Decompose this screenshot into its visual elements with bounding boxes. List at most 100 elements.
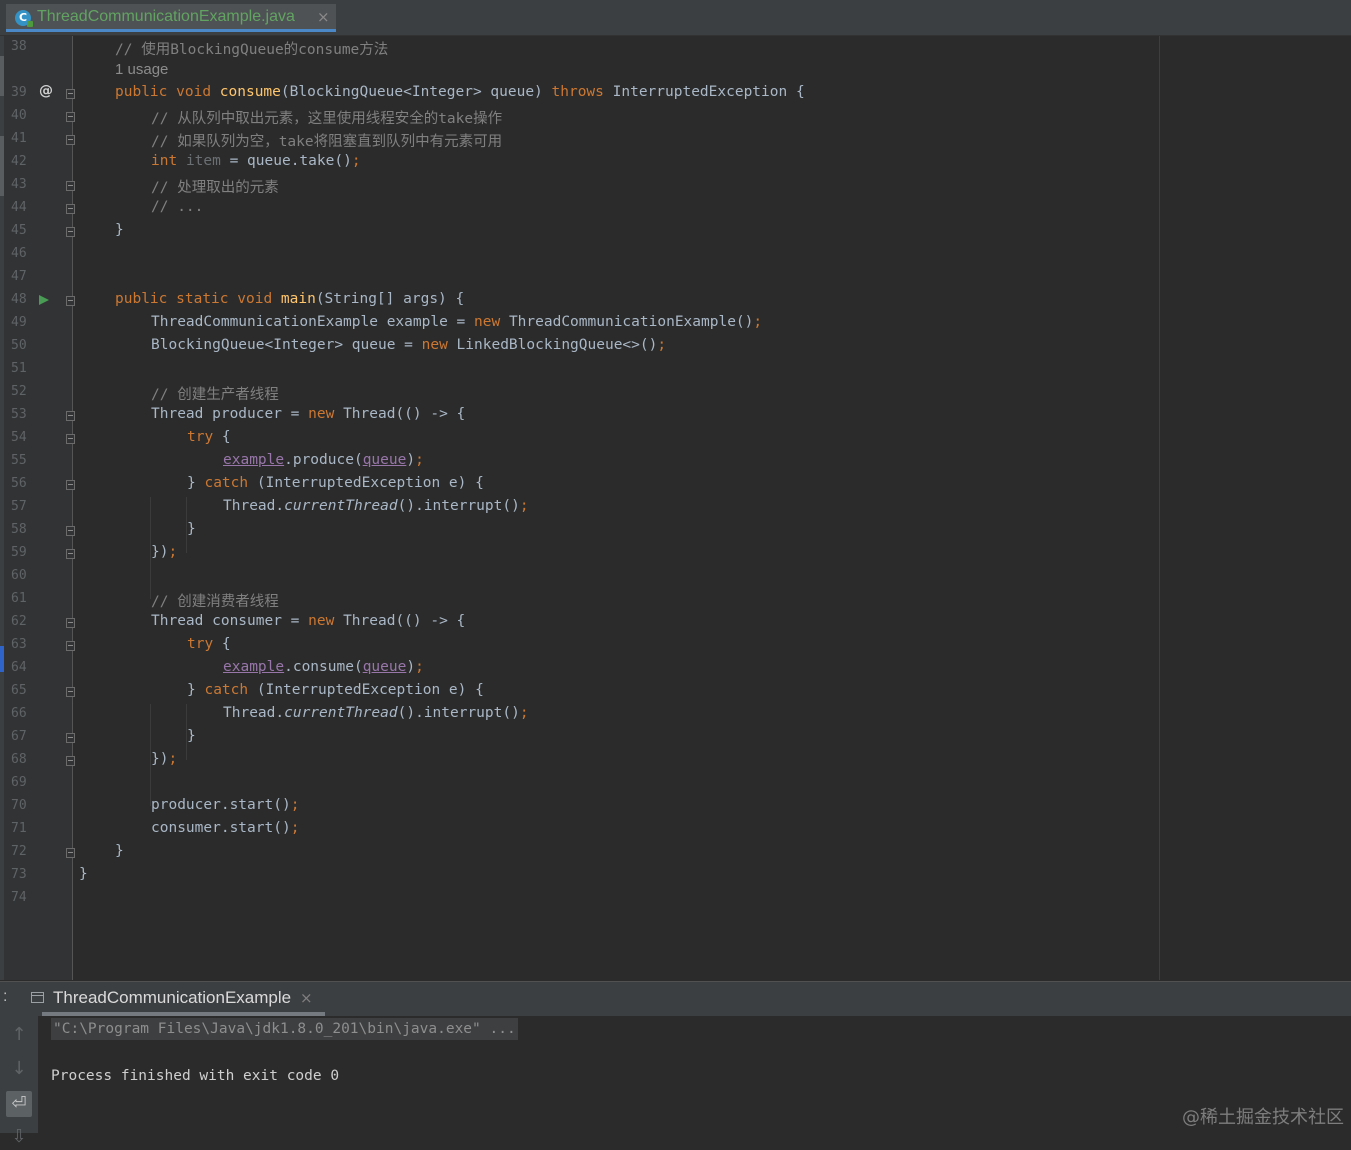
- code-line: 66 Thread.currentThread().interrupt();: [0, 703, 1351, 726]
- fold-icon[interactable]: [66, 135, 75, 145]
- line-number: 46: [11, 246, 27, 261]
- code-line: 56 } catch (InterruptedException e) {: [0, 473, 1351, 496]
- file-tab[interactable]: C ThreadCommunicationExample.java ×: [6, 4, 336, 32]
- code-line: 57 Thread.currentThread().interrupt();: [0, 496, 1351, 519]
- fold-icon[interactable]: [66, 549, 75, 559]
- keyword: catch: [204, 682, 249, 698]
- fold-icon[interactable]: [66, 89, 75, 99]
- console-output[interactable]: "C:\Program Files\Java\jdk1.8.0_201\bin\…: [38, 1016, 1351, 1133]
- code-text: });: [151, 751, 177, 767]
- line-number: 58: [11, 522, 27, 537]
- line-number: 66: [11, 706, 27, 721]
- fold-icon[interactable]: [66, 112, 75, 122]
- fold-icon[interactable]: [66, 848, 75, 858]
- semicolon: ;: [351, 153, 361, 169]
- code-line: 55 example.produce(queue);: [0, 450, 1351, 473]
- fold-icon[interactable]: [66, 641, 75, 651]
- code-text: } catch (InterruptedException e) {: [187, 475, 484, 491]
- keyword: try: [187, 636, 214, 652]
- run-toolbar: ↑ ↓ ⏎ ⇩: [0, 1016, 38, 1147]
- code-line: 49 ThreadCommunicationExample example = …: [0, 312, 1351, 335]
- code-comment: // 如果队列为空，take将阻塞直到队列中有元素可用: [151, 134, 503, 150]
- code-line: 39 @ public void consume(BlockingQueue<I…: [0, 82, 1351, 105]
- code-line: 50 BlockingQueue<Integer> queue = new Li…: [0, 335, 1351, 358]
- fold-icon[interactable]: [66, 434, 75, 444]
- code-fragment: Thread producer =: [151, 406, 309, 422]
- line-number: 50: [11, 338, 27, 353]
- run-tab[interactable]: ThreadCommunicationExample ×: [28, 982, 325, 1016]
- code-fragment: LinkedBlockingQueue<>(): [447, 337, 658, 353]
- code-editor[interactable]: 38 // 使用BlockingQueue的consume方法 1 usage …: [0, 36, 1351, 980]
- file-tab-label: ThreadCommunicationExample.java: [37, 8, 295, 25]
- code-fragment: (String[] args) {: [315, 291, 465, 307]
- implementation-at-icon[interactable]: @: [39, 83, 53, 99]
- code-line: 73 }: [0, 864, 1351, 887]
- fold-icon[interactable]: [66, 480, 75, 490]
- line-number: 42: [11, 154, 27, 169]
- line-number: 73: [11, 867, 27, 882]
- code-comment: // 使用BlockingQueue的consume方法: [115, 42, 389, 58]
- line-number: 72: [11, 844, 27, 859]
- fold-icon[interactable]: [66, 526, 75, 536]
- captured-variable: example: [223, 659, 285, 675]
- run-icon[interactable]: [39, 295, 49, 305]
- arrow-down-icon[interactable]: ↓: [6, 1056, 32, 1082]
- line-number: 39: [11, 85, 27, 100]
- fold-icon[interactable]: [66, 411, 75, 421]
- line-number: 74: [11, 890, 27, 905]
- code-line: 54 try {: [0, 427, 1351, 450]
- line-number: 63: [11, 637, 27, 652]
- code-fragment: ().interrupt(): [397, 498, 520, 514]
- code-line: 64 example.consume(queue);: [0, 657, 1351, 680]
- code-fragment: (InterruptedException e) {: [248, 682, 484, 698]
- code-line: 48 public static void main(String[] args…: [0, 289, 1351, 312]
- line-number: 49: [11, 315, 27, 330]
- fold-icon[interactable]: [66, 733, 75, 743]
- keyword: try: [187, 429, 214, 445]
- scroll-to-end-icon[interactable]: ⇩: [6, 1124, 32, 1150]
- fold-icon[interactable]: [66, 181, 75, 191]
- code-line: 46: [0, 243, 1351, 266]
- fold-icon[interactable]: [66, 296, 75, 306]
- code-line: 67 }: [0, 726, 1351, 749]
- code-text: ThreadCommunicationExample example = new…: [151, 314, 762, 330]
- code-fragment: Thread.: [223, 705, 285, 721]
- fold-icon[interactable]: [66, 687, 75, 697]
- close-icon[interactable]: ×: [317, 8, 330, 26]
- code-comment: // 创建消费者线程: [151, 594, 279, 610]
- code-line: 44 // ...: [0, 197, 1351, 220]
- keyword: static: [176, 291, 229, 307]
- usage-hint[interactable]: 1 usage: [115, 61, 168, 78]
- editor-tab-bar: C ThreadCommunicationExample.java ×: [0, 0, 1351, 36]
- keyword: catch: [204, 475, 249, 491]
- code-text: try {: [187, 429, 231, 445]
- keyword: new: [474, 314, 501, 330]
- code-comment: // 创建生产者线程: [151, 387, 279, 403]
- close-icon[interactable]: ×: [300, 989, 313, 1007]
- fold-icon[interactable]: [66, 227, 75, 237]
- code-text: try {: [187, 636, 231, 652]
- code-line: 74: [0, 887, 1351, 910]
- code-comment: // ...: [151, 199, 204, 215]
- fold-icon[interactable]: [66, 204, 75, 214]
- line-number: 41: [11, 131, 27, 146]
- keyword: throws: [551, 84, 604, 100]
- console-command-line[interactable]: "C:\Program Files\Java\jdk1.8.0_201\bin\…: [51, 1018, 518, 1040]
- line-number: 68: [11, 752, 27, 767]
- code-fragment: consumer.start(): [151, 820, 291, 836]
- keyword: void: [237, 291, 273, 307]
- code-fragment: }: [187, 475, 205, 491]
- arrow-up-icon[interactable]: ↑: [6, 1022, 32, 1048]
- code-line: 45 }: [0, 220, 1351, 243]
- line-number: 61: [11, 591, 27, 606]
- code-fragment: Thread consumer =: [151, 613, 309, 629]
- code-text: consumer.start();: [151, 820, 299, 836]
- code-line: 58 }: [0, 519, 1351, 542]
- code-fragment: Thread(() -> {: [334, 613, 466, 629]
- fold-icon[interactable]: [66, 618, 75, 628]
- soft-wrap-icon[interactable]: ⏎: [6, 1091, 32, 1117]
- unused-variable: item: [185, 153, 221, 169]
- fold-icon[interactable]: [66, 756, 75, 766]
- code-line: 42 int item = queue.take();: [0, 151, 1351, 174]
- code-text: Thread consumer = new Thread(() -> {: [151, 613, 465, 629]
